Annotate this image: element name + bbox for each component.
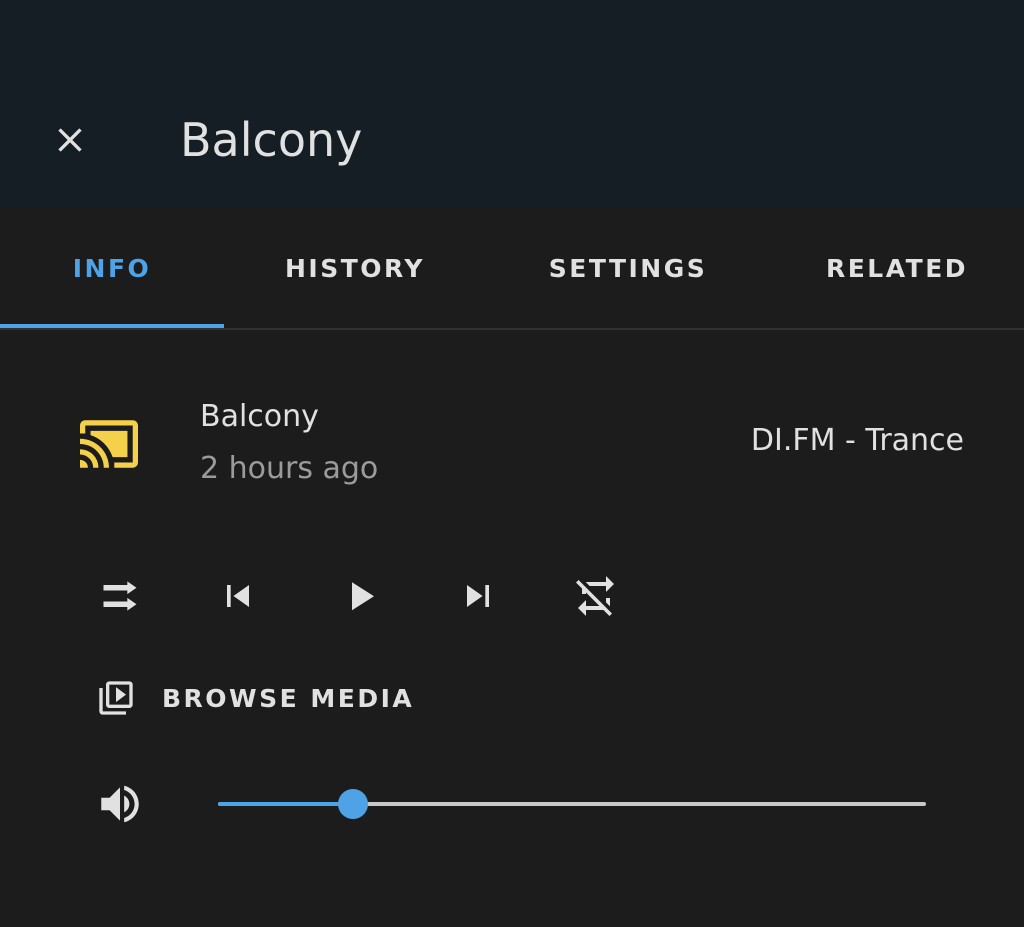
browse-media-label: BROWSE MEDIA [162,683,415,713]
close-button[interactable] [30,100,110,180]
browse-media-button[interactable]: BROWSE MEDIA [96,672,414,724]
more-info-dialog: Balcony INFO HISTORY SETTINGS RELATED Ba… [0,0,1024,927]
tab-info[interactable]: INFO [0,208,224,328]
media-title: DI.FM - Trance [750,423,964,458]
volume-slider-fill [218,802,353,806]
previous-button[interactable] [208,566,268,626]
play-box-multiple-icon [99,681,133,715]
skip-next-icon [467,585,489,607]
volume-slider[interactable] [218,784,926,824]
play-icon [352,582,374,611]
tab-bar: INFO HISTORY SETTINGS RELATED [0,208,1024,330]
mute-button[interactable] [90,774,150,834]
tab-history[interactable]: HISTORY [224,208,486,328]
last-changed-text: 2 hours ago [200,451,379,486]
close-icon [58,128,82,152]
play-button[interactable] [330,566,390,626]
repeat-button[interactable] [566,566,626,626]
skip-previous-icon [227,585,249,607]
shuffle-icon [103,581,137,611]
entity-name: Balcony [200,399,319,434]
volume-high-icon [101,785,139,823]
cast-connected-icon [80,420,138,468]
tab-settings[interactable]: SETTINGS [486,208,770,328]
tab-related[interactable]: RELATED [770,208,1024,328]
dialog-header: Balcony [0,0,1024,208]
next-button[interactable] [448,566,508,626]
shuffle-button[interactable] [90,566,150,626]
volume-slider-thumb[interactable] [338,789,368,819]
dialog-title: Balcony [180,113,363,167]
repeat-off-icon [576,576,614,616]
tabs-divider [0,328,1024,330]
